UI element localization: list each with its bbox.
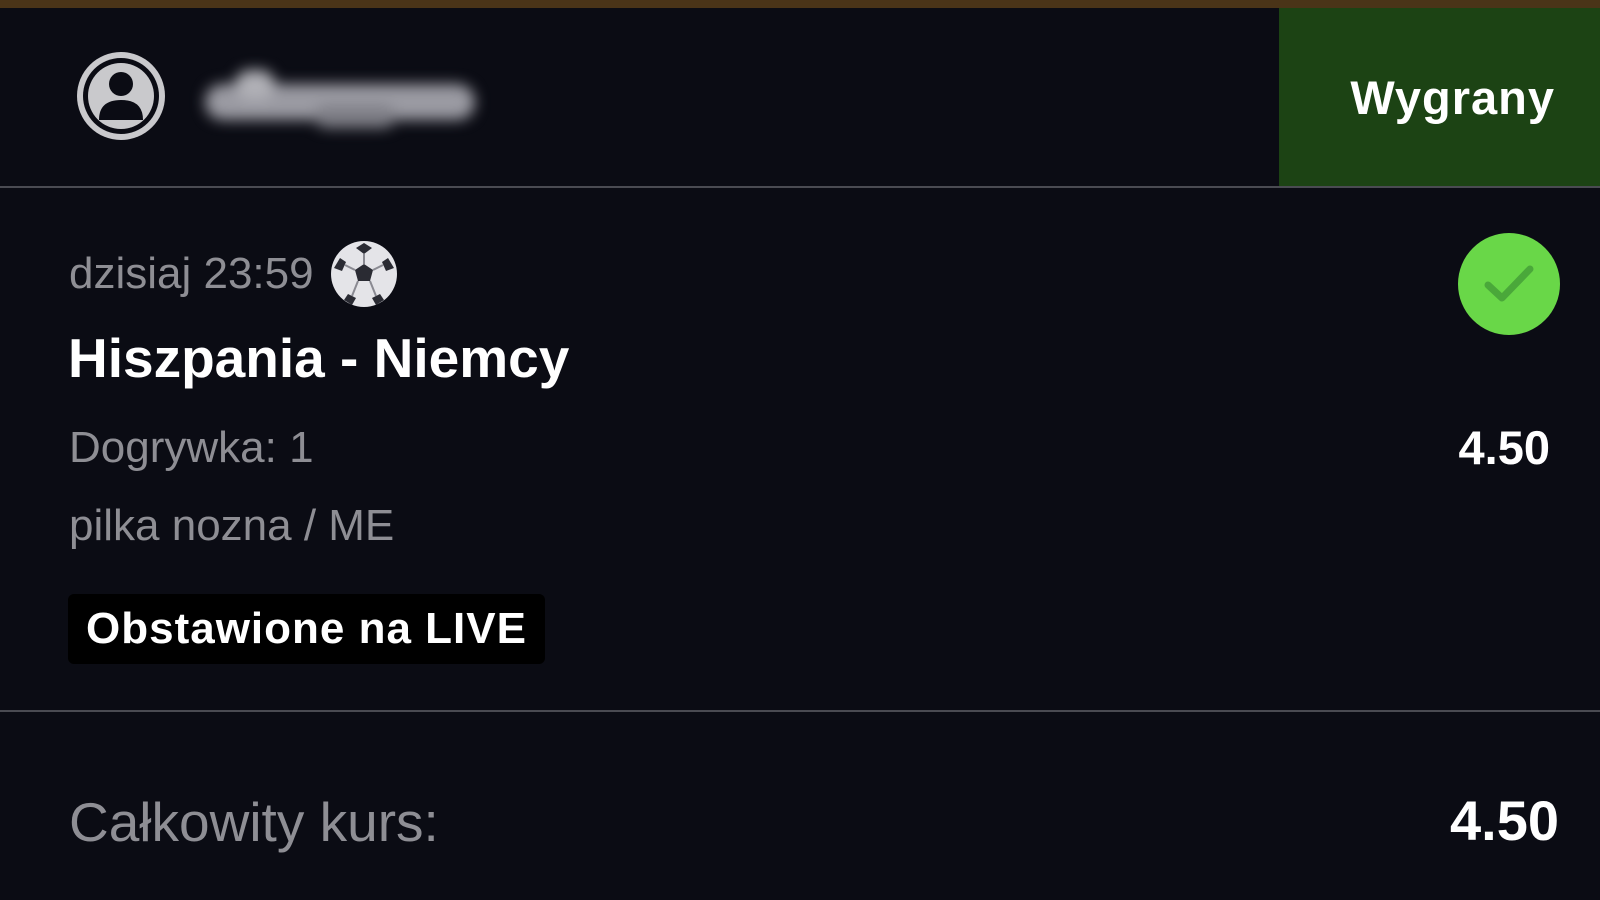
live-badge-label: Obstawione na LIVE xyxy=(86,604,527,653)
total-odds-row: Całkowity kurs: 4.50 xyxy=(0,712,1600,900)
bet-datetime-row: dzisiaj 23:59 xyxy=(69,240,398,308)
top-accent-strip xyxy=(0,0,1600,8)
live-badge: Obstawione na LIVE xyxy=(68,594,545,664)
bet-item[interactable]: dzisiaj 23:59 Hiszpania - Niemcy Dogrywk… xyxy=(0,188,1600,710)
status-won-block: Wygrany xyxy=(1279,8,1600,186)
total-odds-value: 4.50 xyxy=(1450,789,1559,852)
user-avatar-icon[interactable] xyxy=(77,52,165,140)
result-checkmark-icon xyxy=(1458,233,1560,335)
status-label: Wygrany xyxy=(1350,71,1555,124)
bet-datetime: dzisiaj 23:59 xyxy=(69,249,314,298)
match-title: Hiszpania - Niemcy xyxy=(68,327,570,389)
total-odds-label: Całkowity kurs: xyxy=(69,791,439,853)
bet-odd: 4.50 xyxy=(1458,421,1550,474)
sport-league: pilka nozna / ME xyxy=(69,501,395,550)
bet-market: Dogrywka: 1 xyxy=(69,423,314,472)
soccer-ball-icon xyxy=(330,240,398,308)
username-blurred xyxy=(175,66,595,136)
